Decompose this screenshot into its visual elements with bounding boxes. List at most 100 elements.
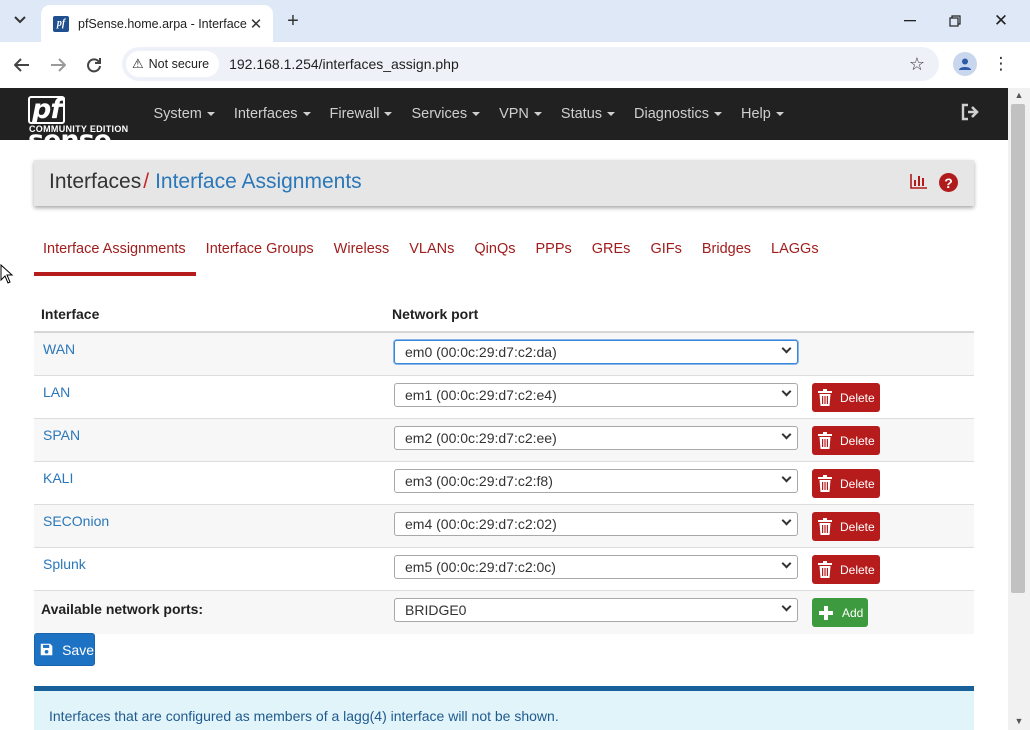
window-close-icon[interactable]: ✕ [987, 8, 1015, 34]
table-row: WAN em0 (00:0c:29:d7:c2:da) [34, 333, 974, 376]
url-text[interactable]: 192.168.1.254/interfaces_assign.php [229, 56, 459, 72]
add-interface-button[interactable]: Add [812, 598, 868, 627]
info-alert-text: Interfaces that are configured as member… [49, 708, 559, 724]
delete-button-lan[interactable]: Delete [812, 383, 880, 412]
menu-help[interactable]: Help [731, 106, 793, 122]
network-port-select-span[interactable]: em2 (00:0c:29:d7:c2:ee) [394, 426, 798, 450]
tab-gres[interactable]: GREs [582, 238, 641, 276]
caret-down-icon [713, 112, 722, 116]
browser-tabstrip: pf pfSense.home.arpa - Interfaces: ✕ + ✕ [0, 0, 1030, 42]
table-row: KALI em3 (00:0c:29:d7:c2:f8) Delete [34, 462, 974, 505]
page-scrollbar[interactable]: ▲ ▼ [1008, 88, 1030, 730]
tab-laggs[interactable]: LAGGs [761, 238, 829, 276]
profile-avatar-icon[interactable] [953, 52, 977, 76]
breadcrumb-parent: Interfaces [49, 170, 142, 193]
caret-down-icon [533, 112, 542, 116]
trash-icon [818, 561, 832, 578]
breadcrumb-current[interactable]: Interface Assignments [155, 170, 362, 193]
table-row: SECOnion em4 (00:0c:29:d7:c2:02) Delete [34, 505, 974, 548]
network-port-select-splunk[interactable]: em5 (00:0c:29:d7:c2:0c) [394, 555, 798, 579]
tab-close-icon[interactable]: ✕ [247, 15, 265, 33]
trash-icon [818, 475, 832, 492]
window-minimize-icon[interactable] [896, 8, 924, 34]
interface-link-splunk[interactable]: Splunk [43, 556, 86, 572]
available-ports-select[interactable]: BRIDGE0 [394, 598, 798, 622]
menu-services[interactable]: Services [402, 106, 490, 122]
new-tab-plus-icon[interactable]: + [282, 10, 304, 32]
table-row: Splunk em5 (00:0c:29:d7:c2:0c) Delete [34, 548, 974, 591]
delete-button-splunk[interactable]: Delete [812, 555, 880, 584]
table-row: SPAN em2 (00:0c:29:d7:c2:ee) Delete [34, 419, 974, 462]
interface-link-wan[interactable]: WAN [43, 341, 75, 357]
chevron-down-icon [781, 472, 792, 483]
chevron-down-icon [781, 601, 792, 612]
pfsense-navbar: pfsense COMMUNITY EDITION System Interfa… [0, 88, 1008, 156]
menu-diagnostics[interactable]: Diagnostics [625, 106, 732, 122]
interface-link-kali[interactable]: KALI [43, 470, 73, 486]
network-port-select-seconion[interactable]: em4 (00:0c:29:d7:c2:02) [394, 512, 798, 536]
network-port-select-kali[interactable]: em3 (00:0c:29:d7:c2:f8) [394, 469, 798, 493]
delete-button-seconion[interactable]: Delete [812, 512, 880, 541]
caret-down-icon [472, 112, 481, 116]
plus-icon [819, 605, 833, 620]
menu-firewall[interactable]: Firewall [320, 106, 402, 122]
column-header-interface: Interface [41, 306, 100, 322]
reload-icon[interactable] [81, 52, 107, 78]
security-label: Not secure [148, 57, 210, 71]
caret-down-icon [206, 112, 215, 116]
browser-tab-active[interactable]: pf pfSense.home.arpa - Interfaces: ✕ [41, 5, 273, 42]
chevron-down-icon [781, 558, 792, 569]
caret-down-icon [302, 112, 311, 116]
security-chip[interactable]: ⚠ Not secure [126, 51, 220, 77]
interface-link-seconion[interactable]: SECOnion [43, 513, 109, 529]
delete-button-kali[interactable]: Delete [812, 469, 880, 498]
tab-interface-assignments[interactable]: Interface Assignments [34, 238, 196, 276]
scrollbar-thumb[interactable] [1011, 104, 1025, 593]
interface-link-span[interactable]: SPAN [43, 427, 80, 443]
tab-vlans[interactable]: VLANs [399, 238, 464, 276]
tab-qinqs[interactable]: QinQs [464, 238, 525, 276]
delete-button-span[interactable]: Delete [812, 426, 880, 455]
scroll-down-arrow-icon[interactable]: ▼ [1013, 716, 1025, 728]
table-header: Interface Network port [34, 295, 974, 333]
logo-edition: COMMUNITY EDITION [29, 124, 129, 134]
tab-interface-groups[interactable]: Interface Groups [196, 238, 324, 276]
forward-arrow-icon[interactable] [45, 52, 71, 78]
window-restore-icon[interactable] [941, 8, 969, 34]
bookmark-star-icon[interactable]: ☆ [909, 54, 925, 75]
tab-wireless[interactable]: Wireless [324, 238, 400, 276]
browser-toolbar: ⚠ Not secure 192.168.1.254/interfaces_as… [0, 42, 1030, 88]
table-row: LAN em1 (00:0c:29:d7:c2:e4) Delete [34, 376, 974, 419]
logout-icon[interactable] [960, 103, 982, 123]
chevron-down-icon [781, 429, 792, 440]
menu-system[interactable]: System [144, 106, 224, 122]
tab-search-chevron-icon[interactable] [8, 8, 32, 32]
interface-link-lan[interactable]: LAN [43, 384, 70, 400]
page-tabs: Interface Assignments Interface Groups W… [34, 238, 974, 276]
chevron-down-icon [781, 386, 792, 397]
trash-icon [818, 432, 832, 449]
caret-down-icon [384, 112, 393, 116]
bar-chart-icon[interactable] [910, 173, 930, 193]
tab-title: pfSense.home.arpa - Interfaces: [78, 16, 247, 31]
save-button[interactable]: Save [34, 633, 95, 666]
address-bar[interactable]: ⚠ Not secure 192.168.1.254/interfaces_as… [122, 47, 939, 81]
interface-assignments-table: Interface Network port WAN em0 (00:0c:29… [34, 295, 974, 634]
main-menu: System Interfaces Firewall Services VPN … [144, 88, 793, 140]
warning-triangle-icon: ⚠ [132, 56, 144, 71]
tab-ppps[interactable]: PPPs [526, 238, 582, 276]
browser-menu-kebab-icon[interactable]: ⋮ [993, 52, 1010, 76]
scroll-up-arrow-icon[interactable]: ▲ [1013, 90, 1025, 102]
help-question-icon[interactable]: ? [939, 173, 958, 192]
menu-vpn[interactable]: VPN [490, 106, 552, 122]
back-arrow-icon[interactable] [9, 52, 35, 78]
menu-interfaces[interactable]: Interfaces [224, 106, 320, 122]
pfsense-logo[interactable]: pfsense COMMUNITY EDITION [28, 94, 136, 156]
tab-gifs[interactable]: GIFs [640, 238, 691, 276]
info-alert: Interfaces that are configured as member… [34, 686, 974, 730]
tab-bridges[interactable]: Bridges [692, 238, 761, 276]
mouse-pointer-icon [0, 263, 14, 287]
menu-status[interactable]: Status [551, 106, 624, 122]
network-port-select-lan[interactable]: em1 (00:0c:29:d7:c2:e4) [394, 383, 798, 407]
network-port-select-wan[interactable]: em0 (00:0c:29:d7:c2:da) [394, 340, 798, 364]
